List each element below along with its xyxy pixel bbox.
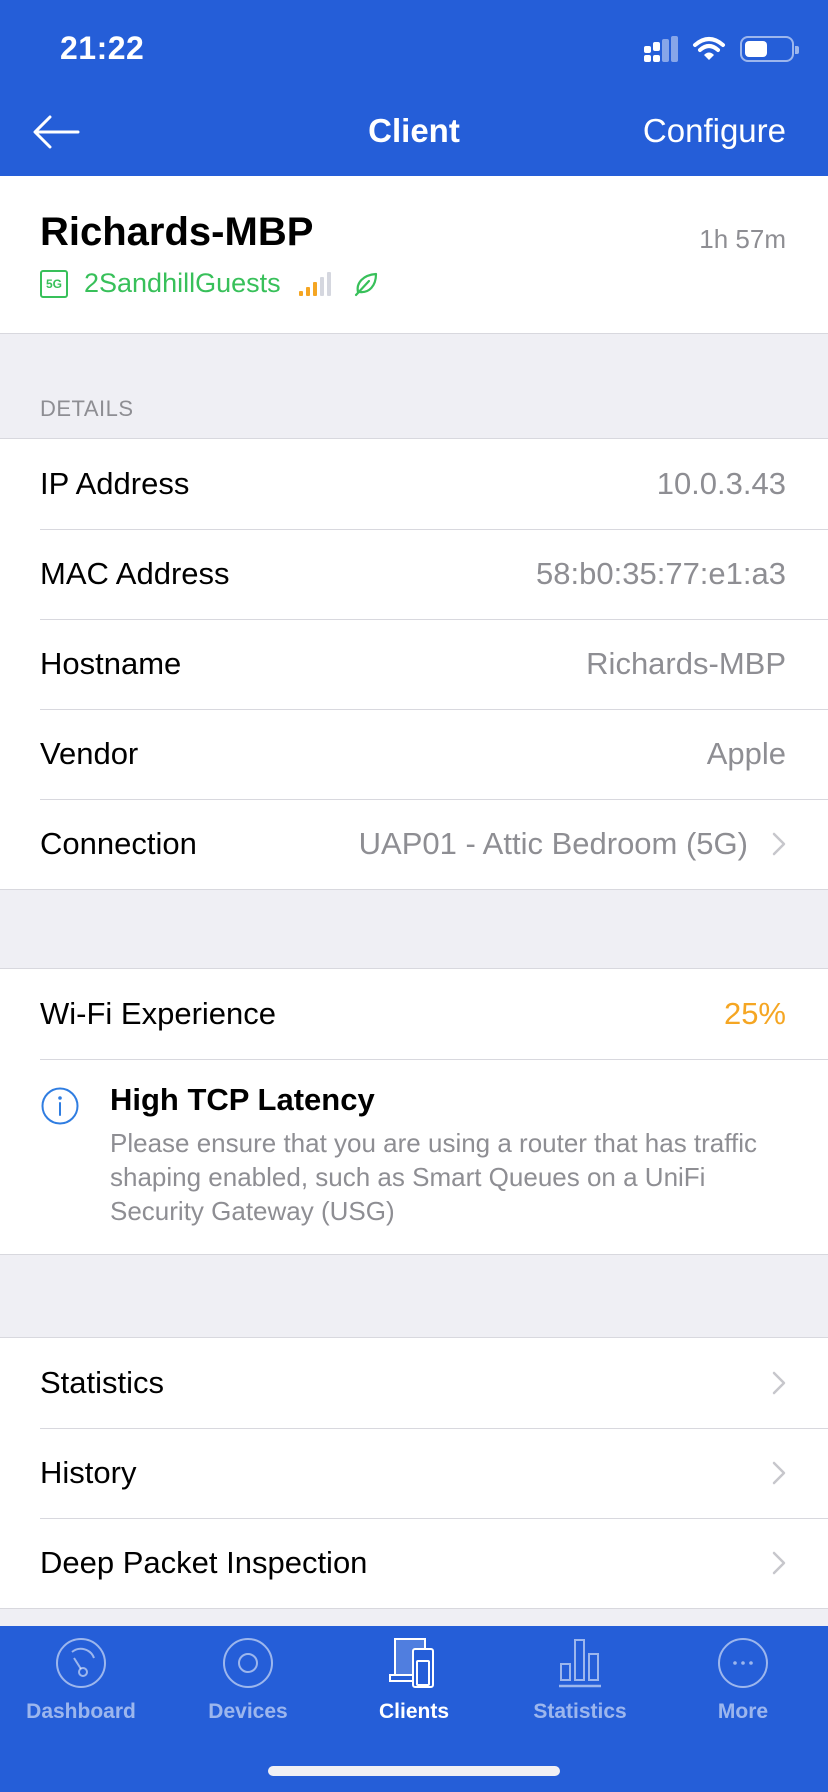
details-list: IP Address 10.0.3.43 MAC Address 58:b0:3…: [0, 438, 828, 890]
client-links-list: Statistics History Deep Packet Inspectio…: [0, 1337, 828, 1609]
link-label: History: [40, 1455, 137, 1490]
configure-button[interactable]: Configure: [643, 112, 786, 150]
signal-bar: [312, 281, 317, 296]
tab-label: Statistics: [533, 1700, 627, 1723]
home-indicator[interactable]: [268, 1766, 560, 1776]
tab-label: More: [717, 1700, 769, 1723]
client-name: Richards-MBP: [40, 210, 314, 254]
detail-value: 58:b0:35:77:e1:a3: [536, 556, 786, 591]
wifi-experience-section: Wi-Fi Experience 25% High TCP Latency Pl…: [0, 968, 828, 1255]
devices-icon: [389, 1638, 434, 1688]
ssid-name: 2SandhillGuests: [84, 268, 281, 298]
ssid-row: 5G 2SandhillGuests: [40, 268, 379, 299]
detail-label: Connection: [40, 826, 197, 861]
chevron-right-icon: [772, 1371, 786, 1395]
deep-packet-inspection-link[interactable]: Deep Packet Inspection: [0, 1518, 828, 1608]
statistics-link[interactable]: Statistics: [0, 1338, 828, 1428]
status-icons: [644, 36, 799, 62]
tab-label: Devices: [208, 1700, 288, 1723]
cellular-signal-icon: [644, 36, 678, 62]
tab-bar: Dashboard Devices Clients Statistics Mor…: [0, 1626, 828, 1792]
signal-strength-icon: [298, 271, 331, 296]
detail-label: Hostname: [40, 646, 182, 681]
chevron-right-icon: [772, 1461, 786, 1485]
access-point-icon: [223, 1638, 273, 1688]
wifi-experience-value: 25%: [723, 996, 786, 1031]
detail-label: IP Address: [40, 466, 190, 501]
info-icon: [41, 1087, 79, 1125]
wifi-experience-row[interactable]: Wi-Fi Experience 25%: [0, 969, 828, 1059]
tab-statistics[interactable]: Statistics: [505, 1636, 655, 1724]
tab-clients[interactable]: Clients: [339, 1636, 489, 1724]
detail-value: UAP01 - Attic Bedroom (5G): [358, 826, 748, 861]
client-uptime: 1h 57m: [699, 224, 786, 254]
signal-bar: [319, 276, 324, 296]
signal-bar: [326, 271, 331, 296]
alert-body: Please ensure that you are using a route…: [110, 1128, 758, 1226]
link-label: Statistics: [40, 1365, 165, 1400]
chevron-right-icon: [772, 1551, 786, 1575]
wifi-icon: [693, 37, 725, 60]
alert-title: High TCP Latency: [110, 1082, 375, 1117]
detail-row-mac-address[interactable]: MAC Address 58:b0:35:77:e1:a3: [0, 529, 828, 619]
detail-row-ip-address[interactable]: IP Address 10.0.3.43: [0, 439, 828, 529]
battery-icon: [740, 36, 799, 62]
status-time: 21:22: [60, 30, 145, 66]
tab-dashboard[interactable]: Dashboard: [6, 1636, 156, 1724]
leaf-icon: [354, 272, 377, 296]
details-section-header: DETAILS: [40, 396, 134, 421]
tcp-latency-alert: High TCP Latency Please ensure that you …: [40, 1059, 828, 1254]
tab-devices[interactable]: Devices: [173, 1636, 323, 1724]
band-5g-icon: 5G: [40, 269, 68, 298]
detail-row-hostname[interactable]: Hostname Richards-MBP: [0, 619, 828, 709]
signal-bar: [298, 290, 303, 296]
wifi-experience-label: Wi-Fi Experience: [40, 996, 276, 1031]
detail-label: Vendor: [40, 736, 139, 771]
more-icon: [718, 1638, 768, 1688]
detail-label: MAC Address: [40, 556, 230, 591]
detail-value: Richards-MBP: [586, 646, 786, 681]
gauge-icon: [56, 1638, 106, 1688]
history-link[interactable]: History: [0, 1428, 828, 1518]
signal-bar: [305, 286, 310, 296]
header: 21:22 Client Configure: [0, 0, 828, 176]
detail-row-vendor[interactable]: Vendor Apple: [0, 709, 828, 799]
tab-label: Clients: [378, 1700, 449, 1723]
bar-chart-icon: [559, 1639, 601, 1688]
detail-row-connection[interactable]: Connection UAP01 - Attic Bedroom (5G): [0, 799, 828, 889]
chevron-right-icon: [772, 832, 786, 856]
link-label: Deep Packet Inspection: [40, 1545, 368, 1580]
detail-value: 10.0.3.43: [656, 466, 786, 501]
detail-value: Apple: [706, 736, 786, 771]
tab-label: Dashboard: [26, 1700, 136, 1723]
tab-more[interactable]: More: [668, 1636, 818, 1724]
client-summary: Richards-MBP 1h 57m 5G 2SandhillGuests: [0, 176, 828, 334]
